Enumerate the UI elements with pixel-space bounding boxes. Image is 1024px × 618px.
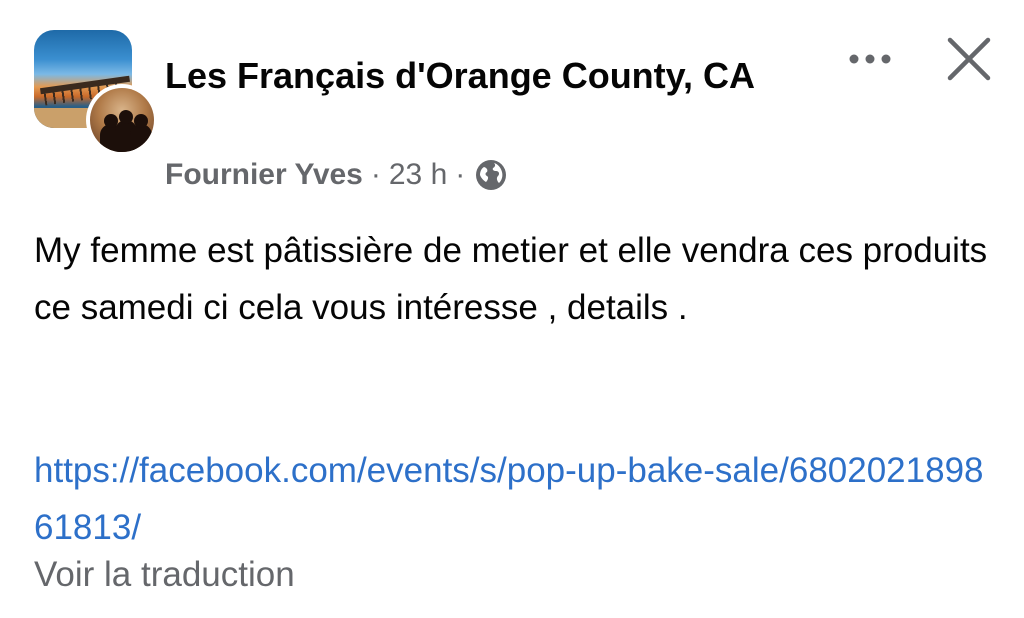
silhouette <box>130 114 152 152</box>
user-avatar[interactable] <box>86 84 158 156</box>
post-body: My femme est pâtissière de metier et ell… <box>34 231 988 327</box>
avatar-stack[interactable] <box>34 30 158 156</box>
more-horizontal-icon[interactable] <box>845 44 895 74</box>
close-icon[interactable] <box>946 36 992 82</box>
meta-separator: · <box>370 158 381 191</box>
user-avatar-image <box>90 88 154 152</box>
meta-separator: · <box>455 158 466 191</box>
post-meta: Fournier Yves · 23 h · <box>165 158 507 192</box>
translate-link[interactable]: Voir la traduction <box>34 549 295 601</box>
event-link[interactable]: https://facebook.com/events/s/pop-up-bak… <box>34 442 994 556</box>
post-time[interactable]: 23 h <box>389 158 447 192</box>
group-name[interactable]: Les Français d'Orange County, CA <box>165 50 785 102</box>
globe-icon[interactable] <box>475 159 507 191</box>
author-name[interactable]: Fournier Yves <box>165 158 363 192</box>
